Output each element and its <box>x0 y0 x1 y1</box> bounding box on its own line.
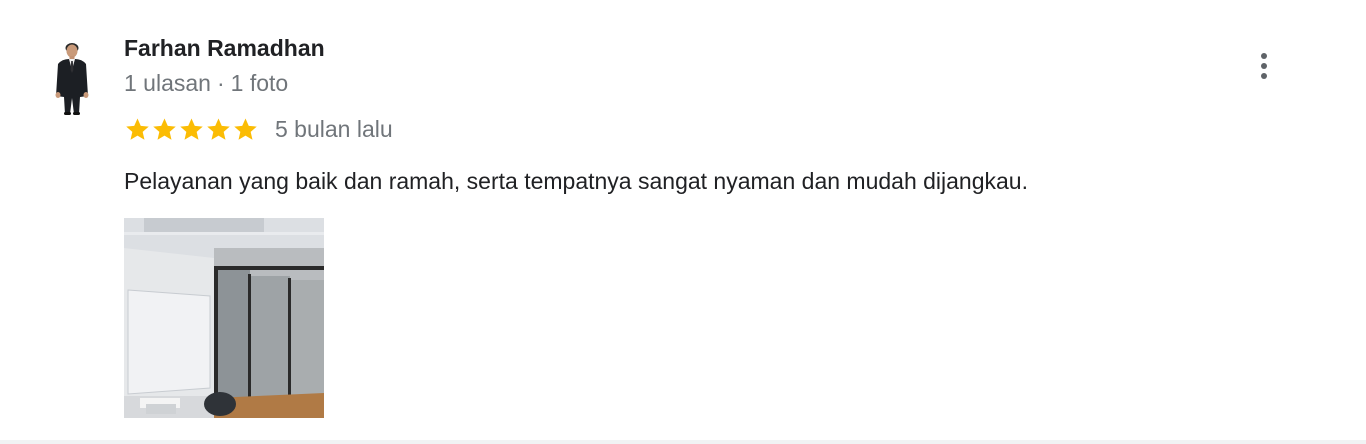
photo-count: 1 foto <box>230 70 289 96</box>
star-icon <box>207 117 230 140</box>
author-name[interactable]: Farhan Ramadhan <box>124 35 325 62</box>
review-card: Farhan Ramadhan 1 ulasan · 1 foto 5 bulan … <box>0 0 1366 444</box>
star-rating <box>124 116 259 143</box>
review-time: 5 bulan lalu <box>275 115 393 142</box>
author-meta: 1 ulasan · 1 foto <box>124 70 288 97</box>
star-icon <box>153 117 176 140</box>
review-text: Pelayanan yang baik dan ramah, serta tem… <box>124 168 1028 194</box>
rating-row: 5 bulan lalu <box>124 114 393 144</box>
star-icon <box>234 117 257 140</box>
meta-separator: · <box>216 70 225 96</box>
more-vert-icon[interactable] <box>1250 48 1278 84</box>
user-avatar[interactable] <box>50 40 94 116</box>
review-photo[interactable] <box>124 218 324 418</box>
review-count: 1 ulasan <box>124 70 211 96</box>
star-icon <box>126 117 149 140</box>
star-icon <box>180 117 203 140</box>
divider <box>0 440 1366 444</box>
